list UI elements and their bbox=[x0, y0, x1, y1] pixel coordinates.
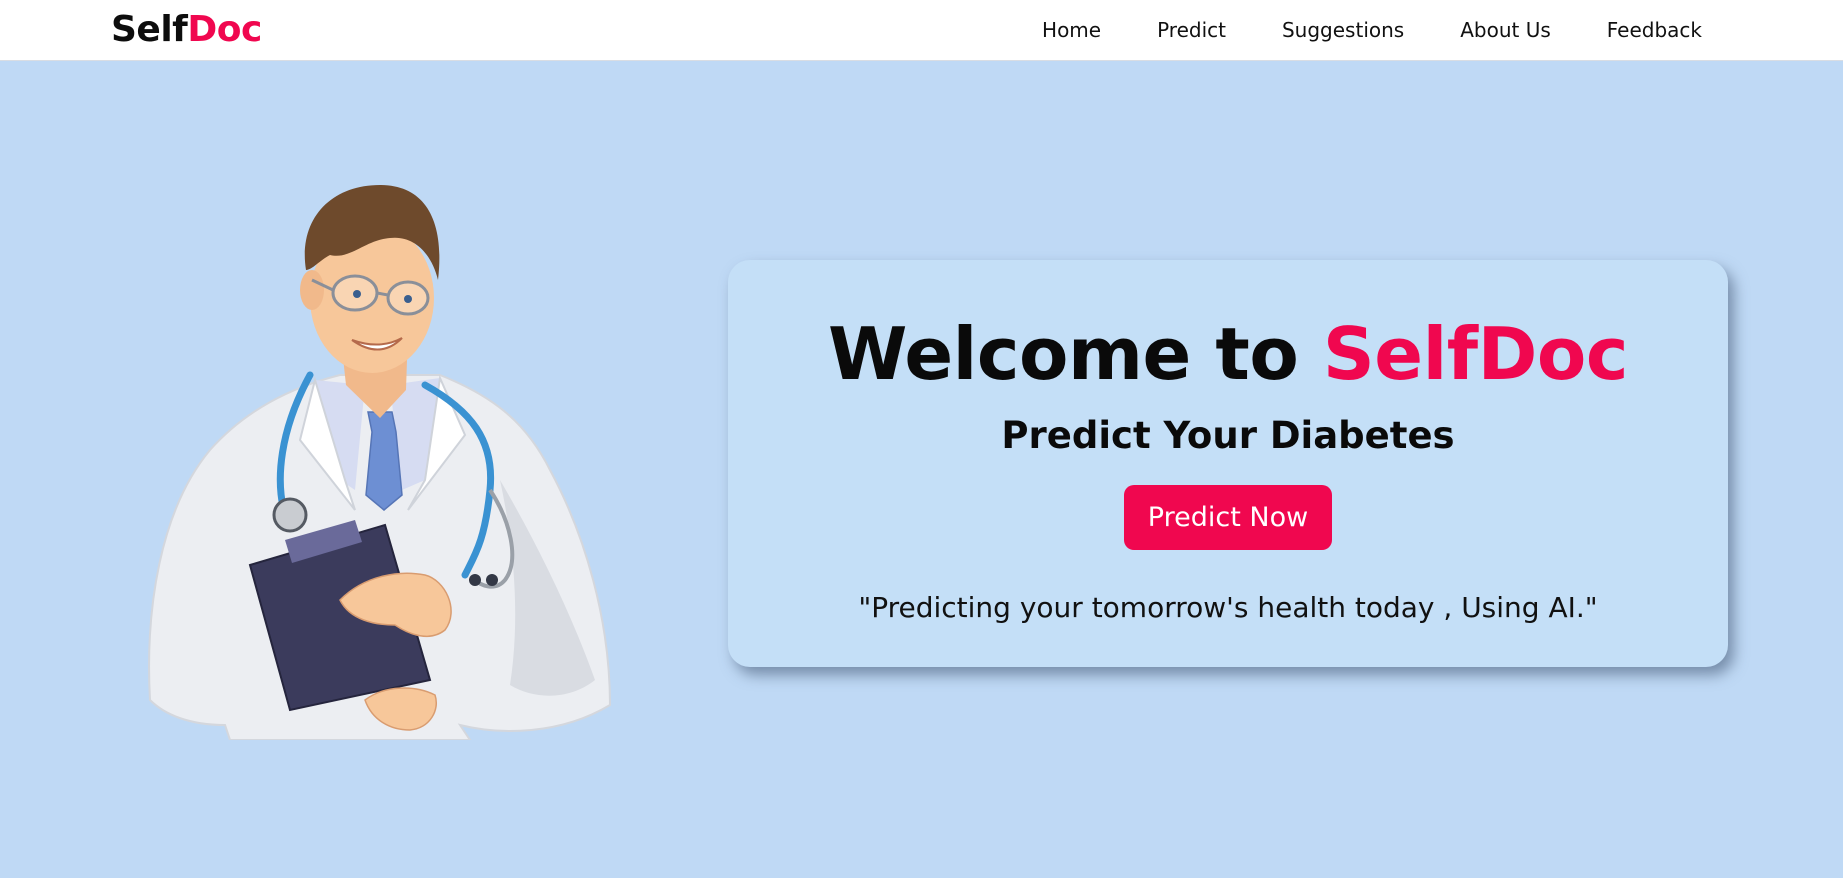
nav-link-predict[interactable]: Predict bbox=[1157, 18, 1226, 42]
nav-link-feedback[interactable]: Feedback bbox=[1607, 18, 1702, 42]
nav-menu: Home Predict Suggestions About Us Feedba… bbox=[1042, 0, 1702, 60]
hero-tagline: "Predicting your tomorrow's health today… bbox=[858, 591, 1598, 624]
brand-logo[interactable]: SelfDoc bbox=[111, 8, 262, 52]
top-navbar: SelfDoc Home Predict Suggestions About U… bbox=[0, 0, 1843, 61]
predict-now-button[interactable]: Predict Now bbox=[1124, 485, 1332, 550]
nav-link-suggestions[interactable]: Suggestions bbox=[1282, 18, 1404, 42]
ear-shape bbox=[300, 270, 324, 310]
eye-left bbox=[353, 290, 361, 298]
nav-link-about-us[interactable]: About Us bbox=[1460, 18, 1551, 42]
glasses-bridge bbox=[376, 291, 389, 297]
brand-logo-part1: Self bbox=[111, 9, 188, 50]
hero-title-accent: SelfDoc bbox=[1322, 312, 1629, 396]
hero-subtitle: Predict Your Diabetes bbox=[1001, 414, 1455, 457]
stethoscope-earpiece-2 bbox=[486, 574, 498, 586]
stethoscope-earpiece-1 bbox=[469, 574, 481, 586]
brand-logo-part2: Doc bbox=[187, 9, 262, 50]
hero-title-prefix: Welcome to bbox=[828, 312, 1323, 396]
stethoscope-chestpiece bbox=[272, 497, 308, 533]
hero-card: Welcome to SelfDoc Predict Your Diabetes… bbox=[728, 260, 1728, 667]
hero-title: Welcome to SelfDoc bbox=[728, 312, 1728, 396]
nav-link-home[interactable]: Home bbox=[1042, 18, 1101, 42]
doctor-illustration bbox=[148, 185, 612, 740]
eye-right bbox=[404, 295, 412, 303]
